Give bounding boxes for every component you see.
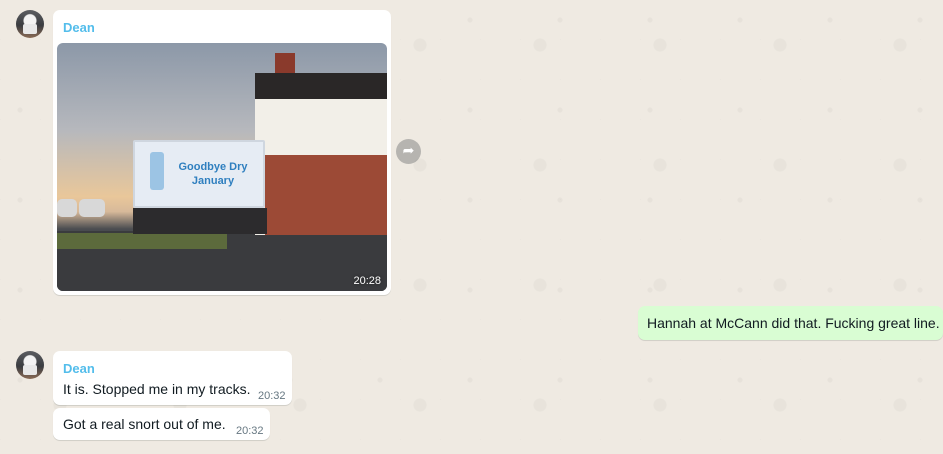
message-timestamp: 20:32 xyxy=(236,425,264,437)
outgoing-message-text: Hannah at McCann did that. Fucking great… xyxy=(647,315,940,331)
incoming-message-text: Got a real snort out of me. xyxy=(63,416,226,432)
image-timestamp: 20:28 xyxy=(353,275,381,287)
avatar[interactable] xyxy=(16,351,44,379)
photo-car xyxy=(57,199,77,217)
bottle-graphic xyxy=(150,152,164,190)
forward-arrow-icon[interactable]: ➦ xyxy=(396,139,421,164)
sender-name[interactable]: Dean xyxy=(63,20,95,35)
photo-car xyxy=(79,199,105,217)
billboard-text: Goodbye Dry January xyxy=(178,161,248,187)
message-timestamp: 20:32 xyxy=(258,390,286,402)
photo-billboard: Goodbye Dry January xyxy=(133,140,265,208)
photo-grass xyxy=(57,233,227,249)
avatar[interactable] xyxy=(16,10,44,38)
photo-roof xyxy=(255,73,387,99)
photo-fence xyxy=(133,208,267,234)
incoming-message-text: It is. Stopped me in my tracks. xyxy=(63,381,251,397)
message-photo[interactable]: Goodbye Dry January 20:28 xyxy=(57,43,387,291)
photo-brick-wall xyxy=(265,155,387,235)
sender-name[interactable]: Dean xyxy=(63,361,95,376)
